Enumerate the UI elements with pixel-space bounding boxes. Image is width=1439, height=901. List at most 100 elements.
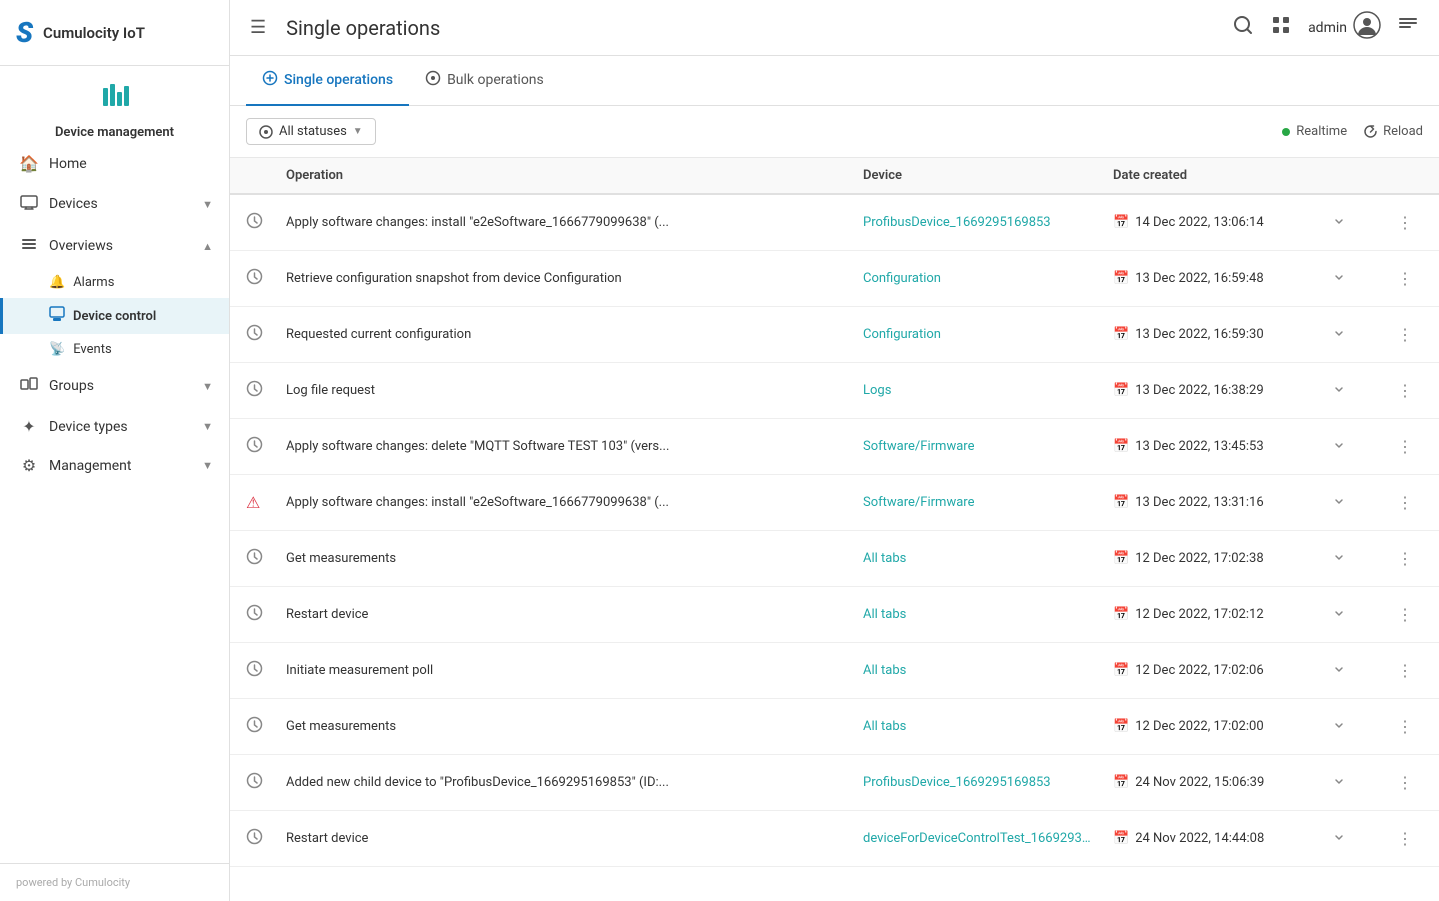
- date-text: 📅 13 Dec 2022, 16:38:29: [1113, 383, 1264, 398]
- filter-dropdown-arrow: ▼: [353, 126, 363, 137]
- status-filter-dropdown[interactable]: All statuses ▼: [246, 118, 376, 145]
- more-options-button[interactable]: ⋮: [1393, 825, 1417, 852]
- operation-text: Retrieve configuration snapshot from dev…: [286, 271, 622, 286]
- user-avatar-icon: [1353, 11, 1381, 45]
- row-operation: Apply software changes: install "e2eSoft…: [286, 495, 863, 510]
- operation-text: Get measurements: [286, 719, 396, 734]
- sidebar-item-label: Groups: [49, 378, 192, 394]
- sidebar-item-alarms[interactable]: 🔔 Alarms: [0, 267, 229, 298]
- more-options-button[interactable]: ⋮: [1393, 265, 1417, 292]
- date-text: 📅 24 Nov 2022, 14:44:08: [1113, 831, 1264, 846]
- date-text: 📅 13 Dec 2022, 13:45:53: [1113, 439, 1264, 454]
- date-text: 📅 12 Dec 2022, 17:02:38: [1113, 551, 1264, 566]
- device-link[interactable]: Configuration: [863, 271, 941, 286]
- sidebar-item-label: Events: [73, 342, 111, 357]
- more-options-button[interactable]: ⋮: [1393, 713, 1417, 740]
- row-more: ⋮: [1393, 489, 1423, 516]
- device-link[interactable]: Logs: [863, 383, 891, 398]
- sidebar-header: S Cumulocity IoT: [0, 0, 229, 66]
- more-options-button[interactable]: ⋮: [1393, 209, 1417, 236]
- more-options-button[interactable]: ⋮: [1393, 769, 1417, 796]
- device-link[interactable]: All tabs: [863, 551, 906, 566]
- more-options-button[interactable]: ⋮: [1393, 377, 1417, 404]
- device-link[interactable]: All tabs: [863, 719, 906, 734]
- more-options-button[interactable]: ⋮: [1393, 489, 1417, 516]
- device-management-header: Device management: [0, 66, 229, 144]
- user-menu[interactable]: admin: [1308, 11, 1381, 45]
- row-status: ⚠: [246, 493, 286, 512]
- device-link[interactable]: All tabs: [863, 663, 906, 678]
- sidebar-item-device-types[interactable]: ✦ Device types ▼: [0, 407, 229, 446]
- expand-arrow-icon[interactable]: [1333, 439, 1345, 454]
- status-clock-icon: [246, 268, 263, 289]
- expand-arrow-icon[interactable]: [1333, 327, 1345, 342]
- grid-icon[interactable]: [1270, 14, 1292, 41]
- expand-arrow-icon[interactable]: [1333, 215, 1345, 230]
- reload-button[interactable]: Reload: [1363, 124, 1423, 139]
- expand-arrow-icon[interactable]: [1333, 607, 1345, 622]
- content-area: Single operations Bulk operations All st…: [230, 56, 1439, 901]
- expand-arrow-icon[interactable]: [1333, 495, 1345, 510]
- col-header-status: [246, 168, 286, 183]
- expand-arrow-icon[interactable]: [1333, 271, 1345, 286]
- tab-label: Bulk operations: [447, 72, 544, 88]
- sidebar-item-device-control[interactable]: Device control: [0, 298, 229, 334]
- sidebar-item-overviews[interactable]: Overviews ▲: [0, 225, 229, 267]
- menu-icon[interactable]: ☰: [250, 17, 266, 38]
- sidebar-item-management[interactable]: ⚙ Management ▼: [0, 446, 229, 485]
- more-options-button[interactable]: ⋮: [1393, 545, 1417, 572]
- expand-arrow-icon[interactable]: [1333, 551, 1345, 566]
- expand-arrow-icon[interactable]: [1333, 831, 1345, 846]
- sidebar-item-label: Overviews: [49, 238, 192, 254]
- row-device: Software/Firmware: [863, 439, 1113, 454]
- sidebar-item-home[interactable]: 🏠 Home: [0, 144, 229, 183]
- row-device: All tabs: [863, 607, 1113, 622]
- bulk-operations-tab-icon: [425, 70, 441, 90]
- table-body: Apply software changes: install "e2eSoft…: [230, 195, 1439, 867]
- main-content: ☰ Single operations admin: [230, 0, 1439, 901]
- status-error-icon: ⚠: [246, 493, 260, 512]
- col-header-device: Device: [863, 168, 1113, 183]
- table-row: Apply software changes: delete "MQTT Sof…: [230, 419, 1439, 475]
- expand-arrow-icon[interactable]: [1333, 663, 1345, 678]
- device-types-icon: ✦: [19, 417, 39, 436]
- notifications-icon[interactable]: [1397, 14, 1419, 41]
- row-operation: Retrieve configuration snapshot from dev…: [286, 271, 863, 286]
- device-link[interactable]: ProfibusDevice_1669295169853: [863, 775, 1051, 790]
- row-expand: [1333, 607, 1393, 622]
- row-status: [246, 380, 286, 401]
- date-text: 📅 14 Dec 2022, 13:06:14: [1113, 215, 1264, 230]
- col-header-date: Date created: [1113, 168, 1333, 183]
- sidebar-item-devices[interactable]: Devices ▼: [0, 183, 229, 225]
- calendar-icon: 📅: [1113, 215, 1129, 230]
- device-management-icon: [0, 78, 229, 121]
- expand-arrow-icon[interactable]: [1333, 719, 1345, 734]
- status-clock-icon: [246, 324, 263, 345]
- row-device: Configuration: [863, 271, 1113, 286]
- calendar-icon: 📅: [1113, 551, 1129, 566]
- sidebar-item-groups[interactable]: Groups ▼: [0, 365, 229, 407]
- calendar-icon: 📅: [1113, 831, 1129, 846]
- row-more: ⋮: [1393, 265, 1423, 292]
- more-options-button[interactable]: ⋮: [1393, 433, 1417, 460]
- device-link[interactable]: All tabs: [863, 607, 906, 622]
- operation-text: Restart device: [286, 831, 368, 846]
- more-options-button[interactable]: ⋮: [1393, 321, 1417, 348]
- sidebar-item-events[interactable]: 📡 Events: [0, 334, 229, 365]
- device-link[interactable]: Software/Firmware: [863, 439, 974, 454]
- row-status: [246, 660, 286, 681]
- more-options-button[interactable]: ⋮: [1393, 601, 1417, 628]
- device-link[interactable]: Software/Firmware: [863, 495, 974, 510]
- device-link[interactable]: deviceForDeviceControlTest_1669293843058…: [863, 831, 1093, 846]
- device-link[interactable]: Configuration: [863, 327, 941, 342]
- expand-arrow-icon[interactable]: [1333, 775, 1345, 790]
- operation-text: Apply software changes: install "e2eSoft…: [286, 495, 669, 510]
- device-link[interactable]: ProfibusDevice_1669295169853: [863, 215, 1051, 230]
- search-icon[interactable]: [1232, 14, 1254, 41]
- more-options-button[interactable]: ⋮: [1393, 657, 1417, 684]
- sidebar: S Cumulocity IoT Device management 🏠 Hom…: [0, 0, 230, 901]
- tab-single-operations[interactable]: Single operations: [246, 56, 409, 106]
- expand-arrow-icon[interactable]: [1333, 383, 1345, 398]
- tab-bulk-operations[interactable]: Bulk operations: [409, 56, 560, 106]
- toolbar: All statuses ▼ Realtime Reload: [230, 106, 1439, 158]
